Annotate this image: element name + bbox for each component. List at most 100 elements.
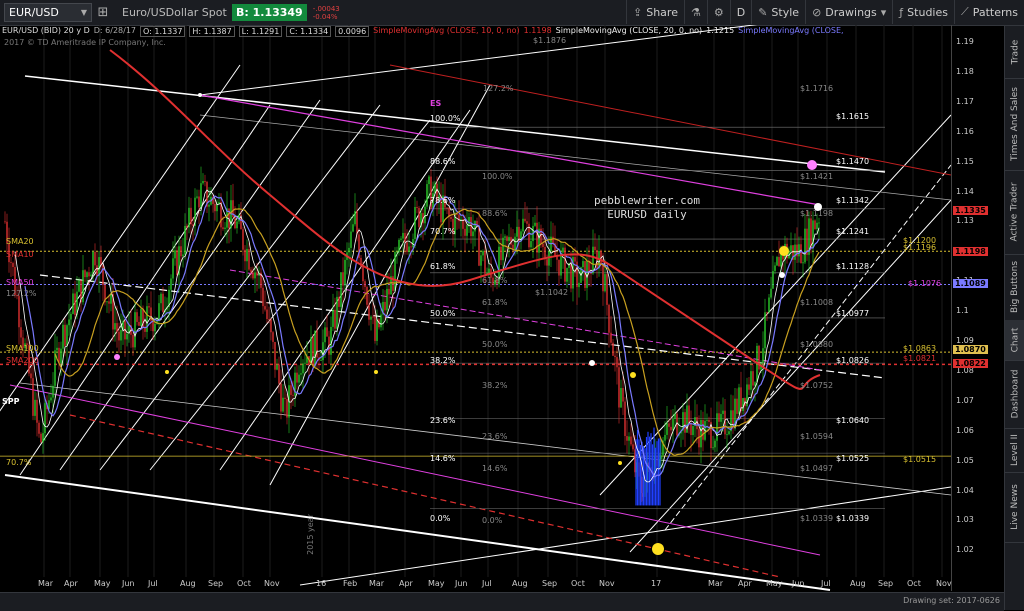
time-tick: Aug — [850, 579, 866, 588]
candle-body — [728, 431, 730, 435]
candle-body — [236, 221, 238, 229]
style-button[interactable]: ✎ Style — [751, 0, 805, 24]
magenta-line-upper — [199, 94, 821, 206]
candle-body — [668, 423, 670, 427]
price-label-white: $1.0977 — [836, 309, 870, 318]
candle-body — [790, 245, 792, 252]
candle-body — [478, 225, 480, 266]
time-tick: Jul — [148, 579, 158, 588]
candle-body — [160, 293, 162, 304]
price-tick: 1.19 — [956, 37, 974, 46]
flask-button[interactable]: ⚗ — [683, 0, 707, 24]
candle-body — [254, 272, 256, 279]
sidebar-tab-live-news[interactable]: Live News — [1005, 472, 1024, 543]
sidebar-tab-times-and-sales[interactable]: Times And Sales — [1005, 78, 1024, 171]
candle-body — [186, 225, 188, 228]
candle-body — [4, 221, 6, 223]
candle-body — [334, 309, 336, 329]
fib-label: 50.0% — [430, 309, 456, 318]
settings-button[interactable]: ⚙ — [706, 0, 730, 24]
studies-label: Studies — [907, 5, 948, 19]
price-label-grey: $1.0752 — [800, 381, 834, 390]
sidebar-tab-trade[interactable]: Trade — [1005, 26, 1024, 79]
sidebar-tab-active-trader[interactable]: Active Trader — [1005, 170, 1024, 255]
sidebar-tab-dashboard[interactable]: Dashboard — [1005, 360, 1024, 429]
candle-body — [204, 181, 206, 182]
candle-body — [234, 217, 236, 229]
top-toolbar: EUR/USD ▼ ⊞ Euro/USDollar Spot B: 1.1334… — [0, 0, 1024, 26]
candle-body — [742, 398, 744, 412]
candle-body — [618, 367, 620, 408]
sidebar-tab-level-ii[interactable]: Level II — [1005, 428, 1024, 473]
candle-body — [94, 251, 96, 266]
candle-body — [202, 181, 204, 184]
price-tick: 1.1 — [956, 306, 969, 316]
candle-body — [690, 423, 692, 436]
sidebar-tab-label: Dashboard — [1010, 369, 1021, 419]
candle-body — [510, 236, 512, 245]
candle-body — [542, 243, 544, 247]
studies-button[interactable]: ƒ Studies — [892, 0, 954, 24]
candle-body — [292, 394, 294, 396]
candle-body — [410, 246, 412, 248]
candle-body — [116, 323, 118, 332]
candle-body — [526, 221, 528, 224]
time-axis[interactable]: Mar Apr May Jun Jul Aug Sep Oct Nov 16 Feb Mar Apr Ma… — [0, 577, 952, 592]
sma40-line — [24, 195, 820, 478]
time-tick: Jun — [792, 579, 805, 588]
candle-body — [100, 257, 102, 266]
sidebar-tab-big-buttons[interactable]: Big Buttons — [1005, 254, 1024, 321]
fib-label: 70.7% — [430, 227, 456, 236]
candle-body — [800, 244, 802, 264]
flask-icon: ⚗ — [690, 5, 701, 19]
candle-body — [424, 206, 426, 224]
candle-body — [758, 345, 760, 370]
patterns-button[interactable]: ⟋ Patterns — [953, 0, 1024, 24]
candle-body — [78, 280, 80, 292]
candle-body — [218, 201, 220, 204]
candle-body — [578, 282, 580, 288]
time-tick: Apr — [738, 579, 752, 588]
symbol-selector[interactable]: EUR/USD ▼ — [4, 3, 92, 22]
candle-body — [120, 329, 122, 341]
interval-button[interactable]: D — [729, 0, 751, 24]
candle-body — [152, 320, 154, 332]
price-tick: 1.04 — [956, 485, 974, 495]
price-label-white: $1.1241 — [836, 227, 870, 236]
candle-body — [146, 306, 148, 332]
candle-body — [718, 413, 720, 422]
candle-body — [626, 436, 628, 441]
time-tick: Sep — [542, 579, 558, 588]
candle-body — [570, 263, 572, 289]
candle-body — [594, 246, 596, 251]
share-button[interactable]: ⇪ Share — [626, 0, 684, 24]
candle-body — [418, 207, 420, 227]
candle-body — [134, 312, 136, 348]
candle-body — [504, 236, 506, 238]
candle-body — [62, 324, 64, 349]
time-tick: 16 — [316, 579, 327, 588]
price-axis[interactable]: 1.191.181.171.161.151.141.131.121.111.11… — [951, 25, 1005, 591]
candle-body — [196, 196, 198, 198]
legend-sma20-value: 1.1215 — [706, 26, 735, 35]
price-tick: 1.17 — [956, 96, 974, 106]
candle-body — [340, 272, 342, 307]
time-tick: Nov — [599, 579, 615, 588]
candle-body — [268, 319, 270, 320]
candle-body — [414, 207, 416, 240]
candle-body — [406, 242, 408, 252]
candle-body — [446, 207, 448, 209]
candle-body — [70, 313, 72, 320]
candle-body — [714, 440, 716, 448]
candle-body — [368, 304, 370, 320]
candle-body — [698, 429, 700, 448]
symbol-description: Euro/USDollar Spot — [122, 6, 227, 19]
candle-body — [566, 267, 568, 282]
price-chart[interactable] — [0, 25, 951, 591]
candle-body — [188, 207, 190, 228]
candle-body — [778, 256, 780, 267]
candle-body — [92, 251, 94, 275]
sidebar-tab-chart[interactable]: Chart — [1005, 320, 1024, 361]
grid-icon[interactable]: ⊞ — [92, 4, 114, 21]
drawings-button[interactable]: ⊘ Drawings ▾ — [805, 0, 892, 24]
